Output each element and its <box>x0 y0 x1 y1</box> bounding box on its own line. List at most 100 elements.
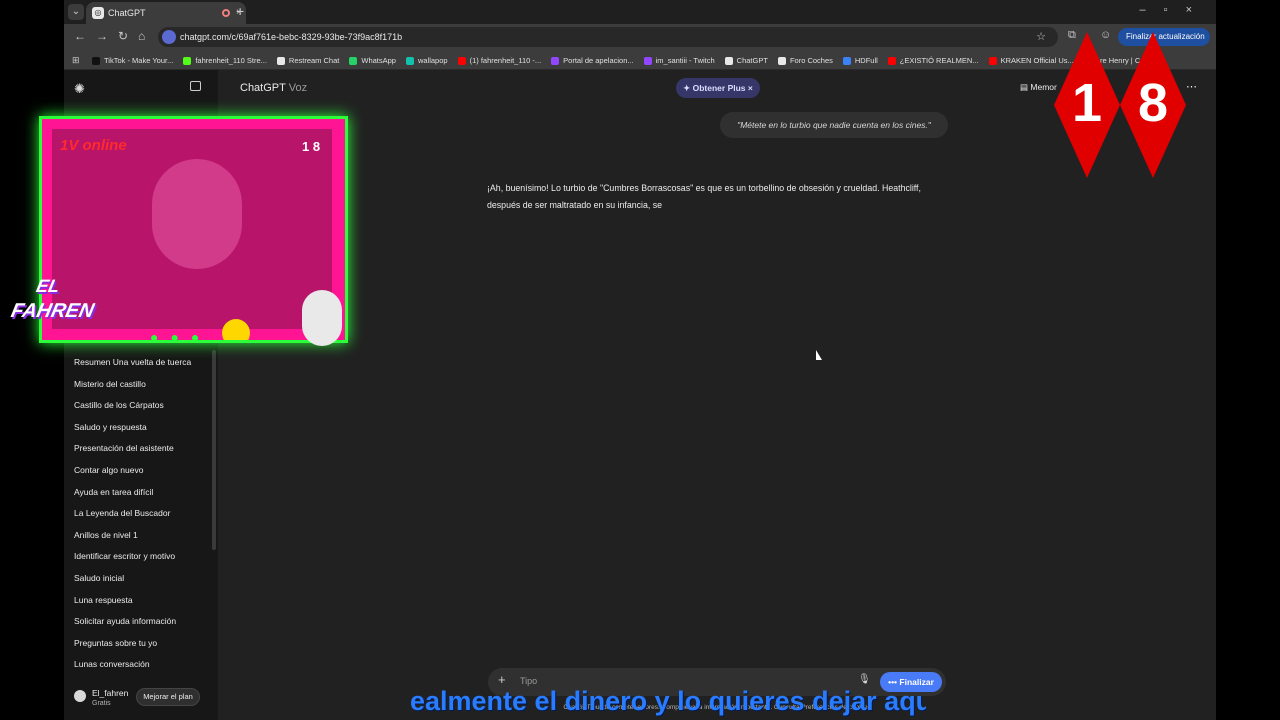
sidebar-conversation-item[interactable]: Misterio del castillo <box>64 374 218 396</box>
sidebar-conversation-item[interactable]: Ayuda en tarea difícil <box>64 482 218 504</box>
back-button[interactable]: ← <box>74 29 86 43</box>
address-bar[interactable]: chatgpt.com/c/69af761e-bebc-8329-93be-73… <box>158 27 1058 47</box>
bookmark-label: Portal de apelacion... <box>563 56 634 65</box>
sidebar-conversation-item[interactable]: Resumen Una vuelta de tuerca <box>64 352 218 374</box>
bookmark-favicon-icon <box>643 57 652 66</box>
window-controls[interactable]: –▫× <box>1140 4 1210 16</box>
sidebar-conversation-item[interactable]: Preguntas sobre tu yo <box>64 633 218 655</box>
sidebar-conversation-item[interactable]: Saludo inicial <box>64 568 218 590</box>
sidebar-conversation-item[interactable]: Presentación del asistente <box>64 438 218 460</box>
get-plus-button[interactable]: ✦ Obtener Plus × <box>676 78 760 98</box>
sidebar-conversation-item[interactable]: Saludo y respuesta <box>64 417 218 439</box>
bookmark-label: Foro Coches <box>789 56 833 65</box>
bookmark-item[interactable]: Foro Coches <box>777 51 833 69</box>
bookmark-item[interactable]: TikTok - Make Your... <box>92 51 174 69</box>
sidebar-conversation-item[interactable]: Contar algo nuevo <box>64 460 218 482</box>
apps-grid-icon[interactable]: ⊞ <box>72 55 80 66</box>
bookmark-item[interactable]: Restream Chat <box>276 51 339 69</box>
user-message: "Métete en lo turbio que nadie cuenta en… <box>720 112 948 138</box>
bookmark-favicon-icon <box>457 57 466 66</box>
bookmark-item[interactable]: ¿EXISTIÓ REALMEN... <box>887 51 979 69</box>
bookmark-favicon-icon <box>405 57 414 66</box>
tab-chatgpt[interactable]: ◎ ChatGPT × <box>86 2 246 24</box>
logo-line-1: EL <box>34 276 62 296</box>
forward-button[interactable]: → <box>96 29 108 43</box>
bookmark-item[interactable]: Portal de apelacion... <box>551 51 634 69</box>
openai-logo-icon[interactable]: ✺ <box>74 81 85 97</box>
bookmark-item[interactable]: fahrenheit_110 Stre... <box>183 51 267 69</box>
logo-line-2: FAHREN <box>9 300 96 322</box>
get-plus-label: Obtener Plus <box>692 83 746 93</box>
bookmark-item[interactable]: (1) fahrenheit_110 -... <box>457 51 542 69</box>
upgrade-plan-button[interactable]: Mejorar el plan <box>136 688 200 706</box>
avatar[interactable] <box>74 690 86 702</box>
pacman-icon <box>222 319 250 340</box>
model-mode: Voz <box>288 82 308 94</box>
astronaut-icon <box>302 290 342 346</box>
bookmark-item[interactable]: ChatGPT <box>724 51 768 69</box>
bookmark-favicon-icon <box>777 57 786 66</box>
user-name: El_fahren <box>92 688 129 698</box>
sidebar-conversation-item[interactable]: Castillo de los Cárpatos <box>64 395 218 417</box>
bookmark-label: HDFull <box>854 56 878 65</box>
bookmark-favicon-icon <box>349 57 358 66</box>
home-button[interactable]: ⌂ <box>138 29 145 43</box>
recording-icon <box>222 9 230 17</box>
sidebar-conversation-item[interactable]: Lunas conversación <box>64 654 218 676</box>
memory-label: Memor <box>1030 82 1057 92</box>
live-caption: ealmente el dinero y lo quieres dejar aq… <box>410 686 926 716</box>
reload-button[interactable]: ↻ <box>118 29 128 43</box>
bookmark-label: fahrenheit_110 Stre... <box>195 56 267 65</box>
cam-age-badge: 1 8 <box>302 139 321 154</box>
user-plan: Gratis <box>92 700 111 707</box>
tab-search-button[interactable]: ⌄ <box>68 4 84 20</box>
sidebar-conversation-item[interactable]: La Leyenda del Buscador <box>64 503 218 525</box>
bookmark-favicon-icon <box>551 57 560 66</box>
bookmark-star-icon[interactable]: ☆ <box>1036 27 1046 47</box>
el-fahren-logo: EL FAHREN <box>0 268 137 348</box>
bookmark-label: TikTok - Make Your... <box>104 56 174 65</box>
bookmark-item[interactable]: WhatsApp <box>349 51 396 69</box>
bookmark-favicon-icon <box>183 57 192 66</box>
bookmark-label: WhatsApp <box>361 56 396 65</box>
bookmark-item[interactable]: HDFull <box>842 51 878 69</box>
bookmark-favicon-icon <box>276 57 285 66</box>
bookmark-label: ChatGPT <box>736 56 768 65</box>
browser-window: ⌄ ◎ ChatGPT × + –▫× ← → ↻ ⌂ chatgpt.com/… <box>64 0 1216 720</box>
site-info-icon[interactable] <box>162 30 176 44</box>
sidebar-conversation-item[interactable]: Anillos de nivel 1 <box>64 525 218 547</box>
pacman-dots-icon: ●●● <box>150 329 212 343</box>
bookmark-item[interactable]: wallapop <box>405 51 448 69</box>
memory-indicator[interactable]: ▤ Memor <box>1020 82 1057 93</box>
browser-toolbar: ← → ↻ ⌂ chatgpt.com/c/69af761e-bebc-8329… <box>64 24 1216 59</box>
assistant-message: ¡Ah, buenísimo! Lo turbio de "Cumbres Bo… <box>487 183 921 210</box>
chatgpt-favicon-icon: ◎ <box>92 7 104 19</box>
streamer-image <box>152 159 242 269</box>
age-digit-2: 8 <box>1137 73 1169 133</box>
sidebar-toggle-icon[interactable] <box>190 81 201 91</box>
model-title[interactable]: ChatGPT Voz <box>240 82 307 94</box>
bookmark-favicon-icon <box>988 57 997 66</box>
age-digit-1-icon: 1 <box>1054 32 1120 178</box>
sidebar-scrollbar[interactable] <box>212 350 216 550</box>
bookmark-label: (1) fahrenheit_110 -... <box>469 56 542 65</box>
user-panel[interactable]: El_fahren Gratis Mejorar el plan <box>64 682 218 716</box>
online-text: 1V online <box>60 137 127 154</box>
mouse-cursor-icon <box>816 350 822 360</box>
bookmark-item[interactable]: im_santiii - Twitch <box>643 51 715 69</box>
new-tab-button[interactable]: + <box>236 3 244 19</box>
bookmark-favicon-icon <box>724 57 733 66</box>
age-digit-1: 1 <box>1071 73 1103 133</box>
bookmark-label: ¿EXISTIÓ REALMEN... <box>899 56 979 65</box>
bookmarks-bar: ⊞ TikTok - Make Your... fahrenheit_110 St… <box>64 50 1216 70</box>
sidebar-conversation-item[interactable]: Luna respuesta <box>64 590 218 612</box>
bookmark-label: wallapop <box>417 56 448 65</box>
sidebar-conversation-item[interactable]: Identificar escritor y motivo <box>64 546 218 568</box>
bookmark-label: im_santiii - Twitch <box>655 56 715 65</box>
bookmark-favicon-icon <box>887 57 896 66</box>
sidebar-conversation-item[interactable]: Solicitar ayuda información <box>64 611 218 633</box>
tab-strip: ⌄ ◎ ChatGPT × + –▫× <box>64 0 1216 24</box>
bookmark-favicon-icon <box>92 57 100 66</box>
url-text: chatgpt.com/c/69af761e-bebc-8329-93be-73… <box>180 32 403 42</box>
age-digit-2-icon: 8 <box>1120 32 1186 178</box>
